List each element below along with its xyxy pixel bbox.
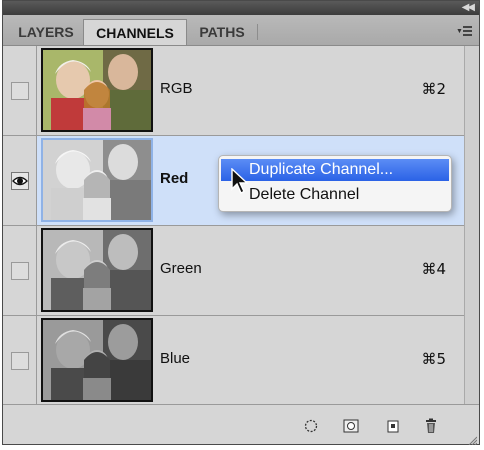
context-menu: Duplicate Channel... Delete Channel <box>218 155 452 212</box>
panel-title-bar[interactable]: ◀◀ <box>3 1 479 15</box>
channel-thumbnail-green <box>41 228 153 312</box>
channel-name: Red <box>160 170 189 187</box>
save-selection-icon[interactable] <box>343 418 359 434</box>
panel-menu-icon[interactable]: ▼ <box>456 25 472 37</box>
channel-row-blue[interactable]: Blue ⌘5 <box>3 316 464 406</box>
mouse-pointer-icon <box>230 167 250 196</box>
channel-thumbnail-rgb <box>41 48 153 132</box>
menu-item-duplicate-channel[interactable]: Duplicate Channel... <box>221 159 449 181</box>
channel-name: Blue <box>160 350 191 367</box>
visibility-cell[interactable] <box>3 226 37 315</box>
visibility-toggle[interactable] <box>11 82 29 100</box>
channel-name: RGB <box>160 80 193 97</box>
channel-list: RGB ⌘2 Red Green ⌘4 Blue ⌘5 <box>3 46 479 406</box>
visibility-toggle[interactable] <box>11 172 29 190</box>
tab-separator <box>257 24 258 40</box>
channel-row-rgb[interactable]: RGB ⌘2 <box>3 46 464 136</box>
tab-bar: LAYERS CHANNELS PATHS ▼ <box>3 15 479 46</box>
resize-grip-icon[interactable] <box>467 432 478 446</box>
tab-paths[interactable]: PATHS <box>187 19 257 45</box>
channel-shortcut: ⌘2 <box>421 80 446 98</box>
visibility-toggle[interactable] <box>11 262 29 280</box>
visibility-cell[interactable] <box>3 316 37 405</box>
visibility-toggle[interactable] <box>11 352 29 370</box>
channel-row-green[interactable]: Green ⌘4 <box>3 226 464 316</box>
channel-thumbnail-blue <box>41 318 153 402</box>
channel-thumbnail-red <box>41 138 153 222</box>
channel-shortcut: ⌘4 <box>421 260 446 278</box>
channels-panel: ◀◀ LAYERS CHANNELS PATHS ▼ RGB ⌘2 Red Gr… <box>2 0 480 446</box>
new-channel-icon[interactable] <box>385 418 401 434</box>
tab-layers[interactable]: LAYERS <box>9 19 83 45</box>
delete-channel-icon[interactable] <box>423 418 439 434</box>
menu-item-delete-channel[interactable]: Delete Channel <box>221 184 449 206</box>
channel-name: Green <box>160 260 202 277</box>
scrollbar[interactable] <box>464 46 479 405</box>
tab-channels[interactable]: CHANNELS <box>83 19 187 45</box>
panel-footer <box>3 404 479 446</box>
double-left-arrow-icon[interactable]: ◀◀ <box>462 2 475 13</box>
channel-shortcut: ⌘5 <box>421 350 446 368</box>
visibility-cell[interactable] <box>3 46 37 135</box>
load-selection-icon[interactable] <box>303 418 319 434</box>
eye-icon <box>12 176 28 186</box>
visibility-cell[interactable] <box>3 136 37 225</box>
